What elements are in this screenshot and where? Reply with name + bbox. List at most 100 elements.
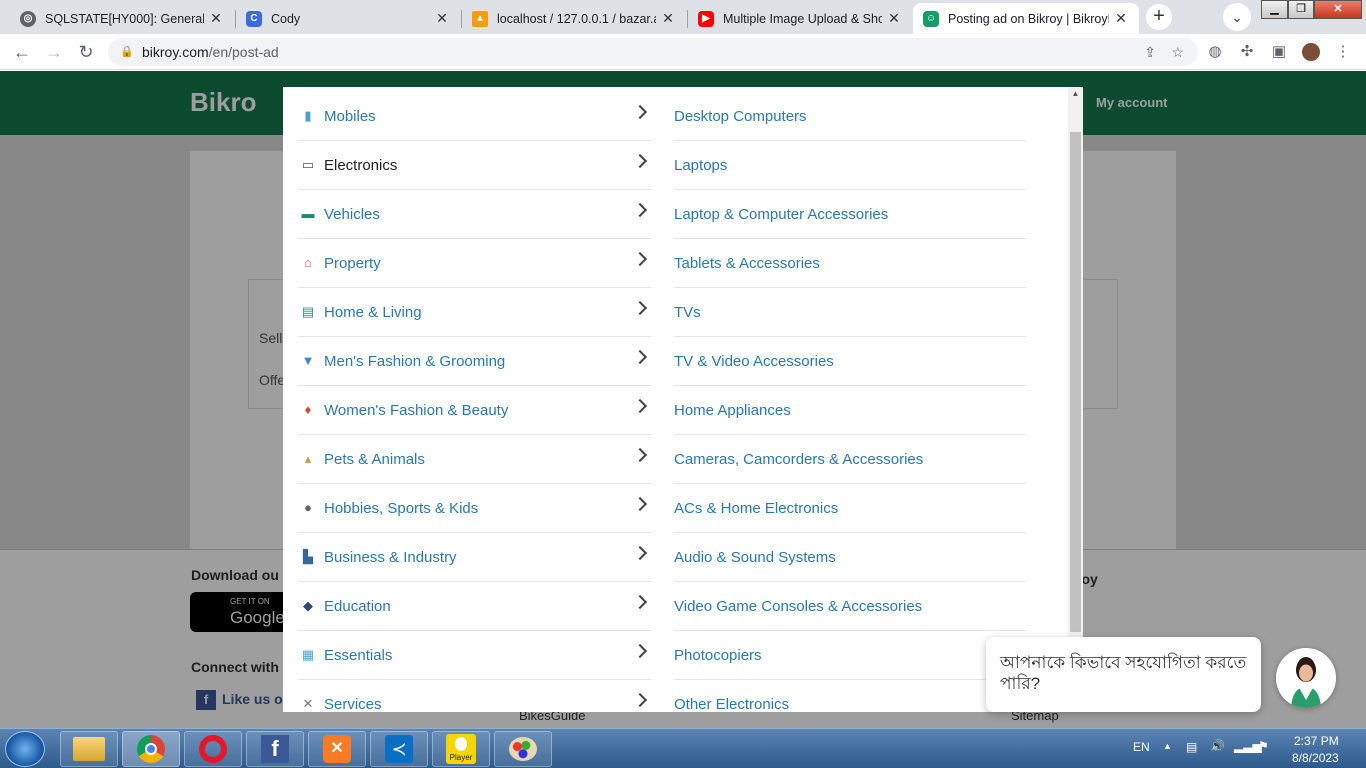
subcategory-item[interactable]: Cameras, Camcorders & Accessories — [674, 435, 1026, 484]
opera-icon — [199, 735, 227, 763]
taskbar-player[interactable]: Player — [432, 731, 490, 767]
chat-bubble[interactable]: আপনাকে কিভাবে সহযোগিতা করতে পারি? — [986, 637, 1261, 712]
category-item[interactable]: ▦ Essentials — [298, 631, 651, 680]
clock-date[interactable]: 8/8/2023 — [1292, 751, 1339, 765]
tab-title: localhost / 127.0.0.1 / bazar.afo — [497, 11, 656, 26]
category-item[interactable]: ⌂ Property — [298, 239, 651, 288]
browser-tab-bikroy[interactable]: ☺ Posting ad on Bikroy | BikroyPo ✕ — [913, 3, 1139, 34]
taskbar-vscode[interactable]: ≺ — [370, 731, 428, 767]
close-tab-icon[interactable]: ✕ — [434, 10, 450, 27]
minimize-window-button[interactable]: ▁ — [1261, 0, 1288, 19]
network-tray-icon[interactable]: ▤ — [1186, 740, 1197, 754]
scroll-up-arrow-icon[interactable]: ▲ — [1068, 89, 1083, 103]
category-select-modal: ▮ Mobiles ▭ Electronics ▬ Vehicles ⌂ Property ▤ H… — [283, 87, 1083, 712]
youtube-icon: ▶ — [698, 10, 714, 27]
subcategory-label: TV & Video Accessories — [674, 352, 834, 370]
subcategory-item[interactable]: ACs & Home Electronics — [674, 484, 1026, 533]
close-window-button[interactable]: ✕ — [1314, 0, 1362, 19]
phpmyadmin-icon: ▲ — [472, 10, 488, 27]
category-item[interactable]: ▮ Mobiles — [298, 92, 651, 141]
extensions-puzzle-icon[interactable]: ✣ — [1235, 38, 1259, 66]
chevron-right-icon — [632, 349, 648, 365]
share-icon[interactable]: ⇪ — [1144, 38, 1156, 66]
chat-message: আপনাকে কিভাবে সহযোগিতা করতে পারি? — [1000, 653, 1247, 693]
graduation-cap-icon: ◆ — [303, 598, 313, 613]
browser-tab-sqlstate[interactable]: ◎ SQLSTATE[HY000]: General erro ✕ — [10, 3, 234, 34]
bookmark-star-icon[interactable]: ☆ — [1171, 38, 1184, 66]
subcategory-item[interactable]: Video Game Consoles & Accessories — [674, 582, 1026, 631]
taskbar-xampp[interactable]: ✕ — [308, 731, 366, 767]
url-host: bikroy.com — [142, 44, 209, 60]
subcategory-item[interactable]: Other Electronics — [674, 680, 1026, 713]
close-tab-icon[interactable]: ✕ — [660, 10, 676, 27]
lock-icon[interactable]: 🔒 — [120, 38, 134, 66]
close-tab-icon[interactable]: ✕ — [1113, 10, 1129, 27]
pet-icon: ▴ — [304, 451, 312, 466]
taskbar-facebook[interactable]: f — [246, 731, 304, 767]
subcategory-item[interactable]: TV & Video Accessories — [674, 337, 1026, 386]
category-item[interactable]: ♦ Women's Fashion & Beauty — [298, 386, 651, 435]
category-item[interactable]: ● Hobbies, Sports & Kids — [298, 484, 651, 533]
subcategory-item[interactable]: Audio & Sound Systems — [674, 533, 1026, 582]
modal-scrollbar-thumb[interactable] — [1070, 132, 1081, 632]
language-indicator[interactable]: EN — [1133, 740, 1150, 754]
category-label: Essentials — [324, 646, 393, 664]
facebook-icon: f — [261, 735, 289, 763]
clock-time[interactable]: 2:37 PM — [1294, 734, 1339, 748]
tab-search-icon[interactable]: ⌄ — [1223, 3, 1251, 31]
volume-tray-icon[interactable]: 🔊 — [1210, 739, 1225, 753]
show-hidden-icons-icon[interactable]: ▲ — [1163, 741, 1172, 751]
url-path: /en/post-ad — [208, 44, 279, 60]
close-tab-icon[interactable]: ✕ — [208, 10, 224, 27]
category-label: Education — [324, 597, 391, 615]
browser-tab-youtube[interactable]: ▶ Multiple Image Upload & Sho ✕ — [688, 3, 912, 34]
tab-title: Posting ad on Bikroy | BikroyPo — [948, 11, 1109, 26]
subcategory-item[interactable]: Laptop & Computer Accessories — [674, 190, 1026, 239]
reload-icon[interactable]: ↻ — [72, 38, 100, 66]
car-icon: ▬ — [301, 206, 315, 221]
translate-extension-icon[interactable]: ◍ — [1203, 38, 1227, 66]
taskbar-file-explorer[interactable] — [60, 731, 118, 767]
close-tab-icon[interactable]: ✕ — [886, 10, 902, 27]
browser-tab-phpmyadmin[interactable]: ▲ localhost / 127.0.0.1 / bazar.afo ✕ — [462, 3, 686, 34]
taskbar-chrome[interactable] — [122, 731, 180, 767]
browser-menu-icon[interactable]: ⋮ — [1331, 38, 1355, 66]
category-item[interactable]: ◆ Education — [298, 582, 651, 631]
tshirt-icon: ▼ — [301, 353, 315, 368]
subcategory-item[interactable]: Laptops — [674, 141, 1026, 190]
assistant-avatar-icon — [1276, 648, 1336, 708]
windows-start-button[interactable] — [5, 731, 45, 767]
web-page: Bikro My account Sell Offe Download ou G… — [0, 71, 1366, 728]
maximize-window-button[interactable]: ❐ — [1288, 0, 1314, 19]
chevron-right-icon — [632, 153, 648, 169]
subcategory-item[interactable]: Desktop Computers — [674, 92, 1026, 141]
subcategory-item[interactable]: TVs — [674, 288, 1026, 337]
new-tab-button[interactable]: + — [1146, 4, 1172, 30]
category-item[interactable]: ▬ Vehicles — [298, 190, 651, 239]
paint-icon — [509, 737, 537, 761]
subcategory-label: Laptop & Computer Accessories — [674, 205, 889, 223]
category-item[interactable]: ▤ Home & Living — [298, 288, 651, 337]
tab-title: SQLSTATE[HY000]: General erro — [45, 11, 204, 26]
category-item[interactable]: ▴ Pets & Animals — [298, 435, 651, 484]
sofa-icon: ▤ — [301, 304, 315, 319]
taskbar-opera[interactable] — [184, 731, 242, 767]
forward-arrow-icon[interactable]: → — [40, 38, 68, 66]
category-item[interactable]: ▭ Electronics — [298, 141, 651, 190]
basket-icon: ▦ — [301, 647, 315, 662]
subcategory-item[interactable]: Photocopiers — [674, 631, 1026, 680]
category-item[interactable]: ▙ Business & Industry — [298, 533, 651, 582]
subcategory-item[interactable]: Tablets & Accessories — [674, 239, 1026, 288]
back-arrow-icon[interactable]: ← — [8, 38, 36, 66]
taskbar-paint[interactable] — [494, 731, 552, 767]
side-panel-icon[interactable]: ▣ — [1267, 38, 1291, 66]
action-center-flag-icon[interactable]: ⚑ — [1258, 739, 1269, 753]
subcategory-item[interactable]: Home Appliances — [674, 386, 1026, 435]
category-item[interactable]: ✕ Services — [298, 680, 651, 712]
address-bar[interactable]: 🔒 bikroy.com/en/post-ad ⇪ ☆ — [108, 38, 1198, 66]
category-item[interactable]: ▼ Men's Fashion & Grooming — [298, 337, 651, 386]
chat-assistant-avatar[interactable] — [1276, 648, 1336, 708]
browser-tab-cody[interactable]: C Cody ✕ — [236, 3, 460, 34]
profile-avatar[interactable] — [1299, 38, 1323, 66]
category-label: Hobbies, Sports & Kids — [324, 499, 479, 517]
